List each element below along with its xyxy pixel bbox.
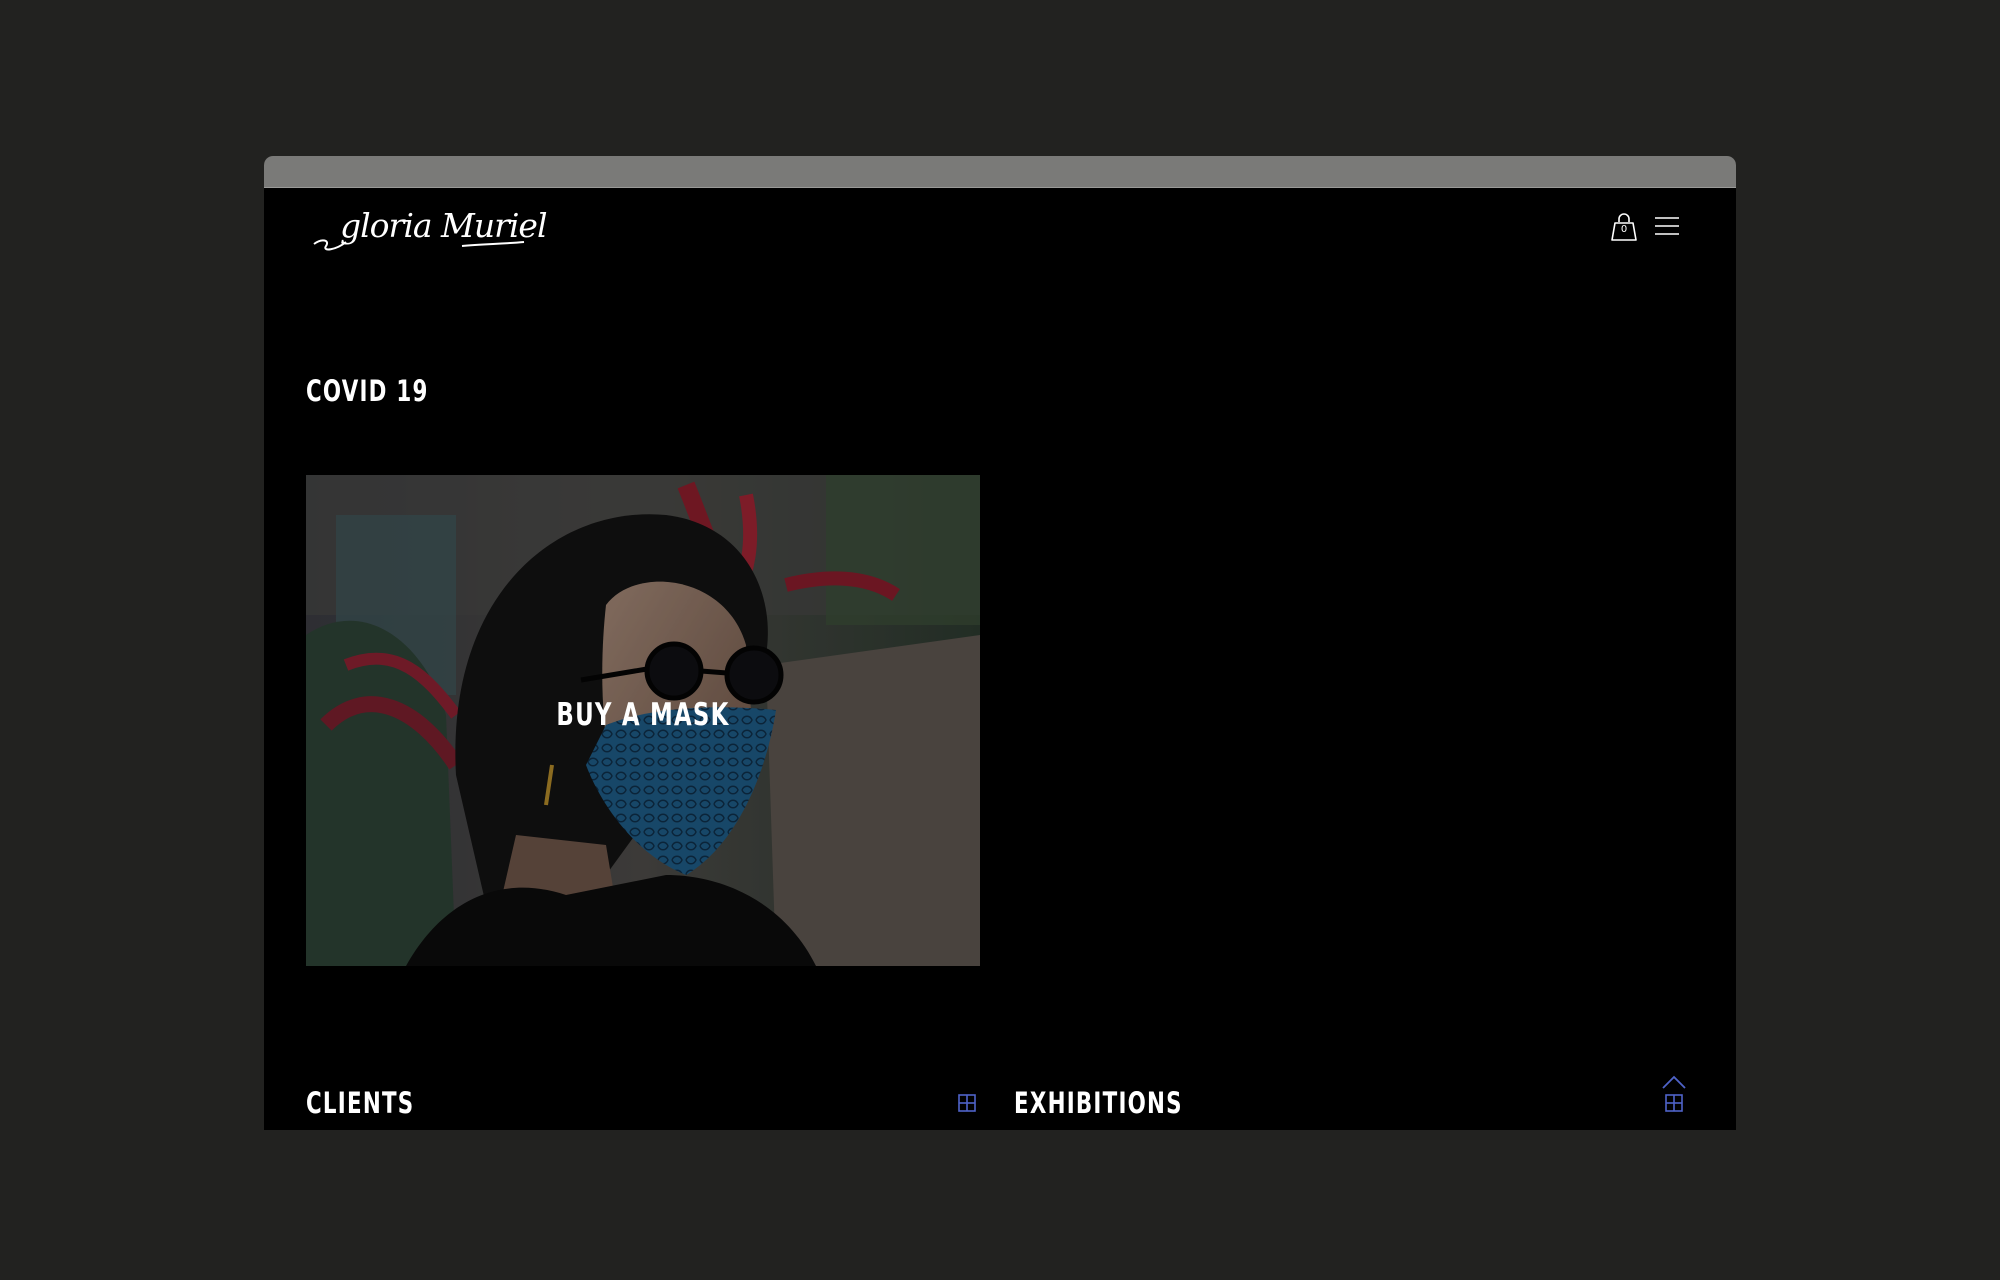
cart-button[interactable]: 0 xyxy=(1610,212,1638,242)
hamburger-menu-icon xyxy=(1655,217,1679,235)
buy-mask-card[interactable]: BUY A MASK xyxy=(306,475,980,966)
cart-count: 0 xyxy=(1620,224,1628,235)
logo-text: gloria Muriel xyxy=(340,206,547,245)
site-logo[interactable]: gloria Muriel xyxy=(312,204,547,256)
clients-grid-icon[interactable] xyxy=(958,1094,976,1112)
scroll-to-top-button[interactable] xyxy=(1662,1074,1686,1089)
exhibitions-grid-icon[interactable] xyxy=(1665,1094,1683,1112)
menu-button[interactable] xyxy=(1654,216,1680,236)
chevron-up-icon xyxy=(1662,1075,1686,1089)
covid-section-title: COVID 19 xyxy=(306,374,429,408)
grid-view-icon xyxy=(1665,1094,1683,1112)
page-content: gloria Muriel 0 COVID 19 BUY A MASK CLIE… xyxy=(264,188,1736,1130)
buy-mask-label: BUY A MASK xyxy=(556,697,730,733)
browser-window: gloria Muriel 0 COVID 19 BUY A MASK CLIE… xyxy=(264,156,1736,1130)
clients-section-title[interactable]: CLIENTS xyxy=(306,1086,414,1120)
exhibitions-section-title[interactable]: EXHIBITIONS xyxy=(1014,1086,1183,1120)
window-titlebar xyxy=(264,156,1736,188)
grid-view-icon xyxy=(958,1094,976,1112)
